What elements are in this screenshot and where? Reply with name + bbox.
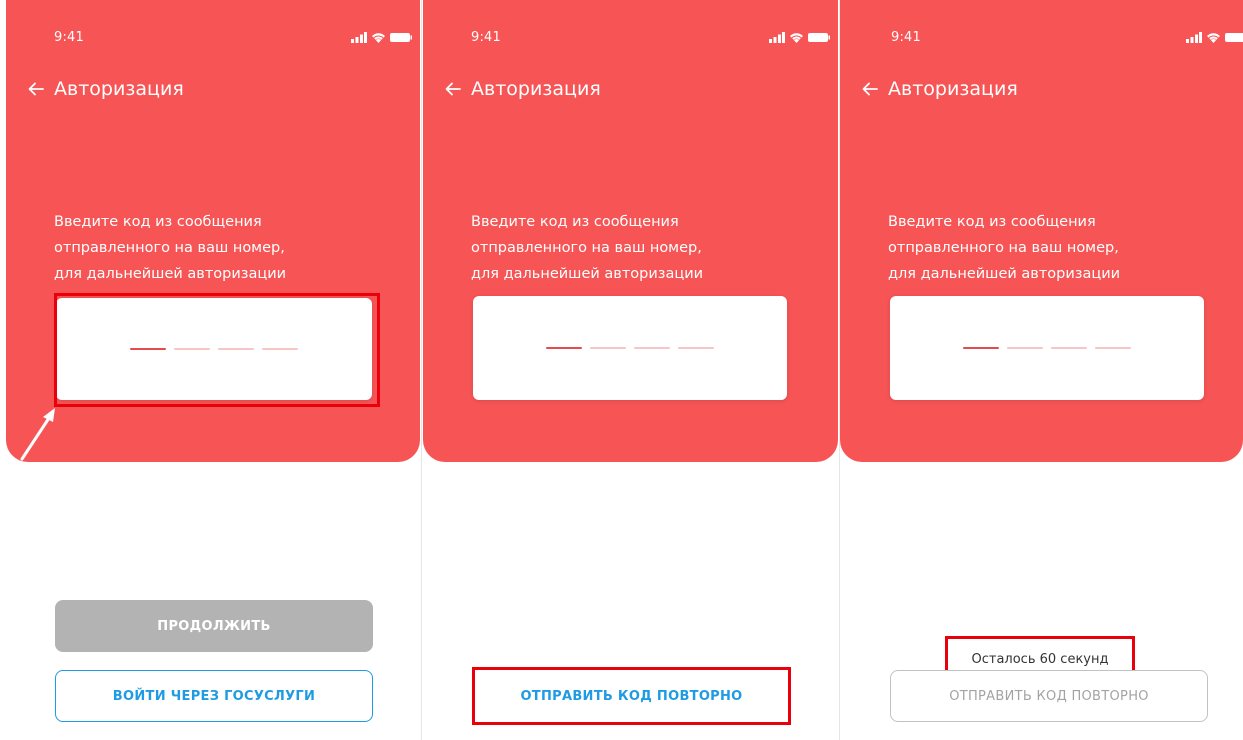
header-panel: 9:41 Авторизация Введите код из сообщени… — [840, 0, 1243, 462]
code-input[interactable] — [890, 296, 1204, 400]
code-slot-1 — [130, 348, 166, 350]
back-button[interactable] — [28, 82, 44, 96]
header-panel: 9:41 Авторизация Введите код из сообщени… — [423, 0, 838, 462]
code-slot-4 — [678, 347, 714, 349]
code-input[interactable] — [473, 296, 787, 400]
header-panel: 9:41 Авторизация Введите код из сообщени… — [6, 0, 420, 462]
code-slot-1 — [963, 347, 999, 349]
code-slot-2 — [1007, 347, 1043, 349]
code-slot-4 — [1095, 347, 1131, 349]
code-slot-2 — [174, 348, 210, 350]
page-title: Авторизация — [54, 78, 184, 100]
prompt-line: для дальнейшей авторизации — [54, 266, 287, 282]
gosuslugi-login-button[interactable]: ВОЙТИ ЧЕРЕЗ ГОСУСЛУГИ — [55, 670, 373, 722]
status-icons — [1186, 31, 1243, 43]
signal-icon — [351, 31, 367, 43]
status-icons — [351, 31, 412, 43]
code-slot-3 — [634, 347, 670, 349]
annotation-arrow-icon — [20, 408, 55, 461]
resend-countdown-text: Осталось 60 секунд — [971, 652, 1109, 667]
code-input[interactable] — [56, 298, 372, 400]
arrow-left-icon — [28, 82, 44, 96]
code-slot-3 — [1051, 347, 1087, 349]
battery-icon — [390, 32, 412, 42]
status-time: 9:41 — [471, 30, 501, 45]
prompt-line: Введите код из сообщения — [471, 214, 679, 230]
screen-divider — [421, 0, 422, 740]
wifi-icon — [372, 32, 385, 43]
page-title: Авторизация — [471, 78, 601, 100]
prompt-line: Введите код из сообщения — [888, 214, 1096, 230]
signal-icon — [1186, 31, 1202, 43]
screen-resend-available: 9:41 Авторизация Введите код из сообщени… — [423, 0, 838, 740]
resend-code-button[interactable]: ОТПРАВИТЬ КОД ПОВТОРНО — [476, 671, 787, 721]
prompt-line: отправленного на ваш номер, — [54, 240, 285, 256]
page-title: Авторизация — [888, 78, 1018, 100]
continue-button[interactable]: ПРОДОЛЖИТЬ — [55, 600, 373, 652]
code-prompt: Введите код из сообщения отправленного н… — [471, 209, 771, 287]
resend-code-button-disabled[interactable]: ОТПРАВИТЬ КОД ПОВТОРНО — [890, 670, 1208, 722]
screen-code-entry: 9:41 Авторизация Введите код из сообщени… — [6, 0, 420, 740]
back-button[interactable] — [862, 82, 878, 96]
arrow-left-icon — [862, 82, 878, 96]
wifi-icon — [790, 32, 803, 43]
nav-bar: Авторизация — [445, 78, 601, 100]
arrow-left-icon — [445, 82, 461, 96]
battery-icon — [808, 32, 830, 42]
code-prompt: Введите код из сообщения отправленного н… — [888, 209, 1188, 287]
battery-icon — [1225, 32, 1243, 42]
nav-bar: Авторизация — [862, 78, 1018, 100]
code-slot-2 — [590, 347, 626, 349]
code-slot-3 — [218, 348, 254, 350]
signal-icon — [769, 31, 785, 43]
nav-bar: Авторизация — [28, 78, 184, 100]
status-time: 9:41 — [891, 30, 921, 45]
status-time: 9:41 — [54, 30, 84, 45]
wifi-icon — [1207, 32, 1220, 43]
status-icons — [769, 31, 830, 43]
code-prompt: Введите код из сообщения отправленного н… — [54, 209, 354, 287]
prompt-line: отправленного на ваш номер, — [471, 240, 702, 256]
prompt-line: для дальнейшей авторизации — [888, 266, 1121, 282]
code-slot-1 — [546, 347, 582, 349]
back-button[interactable] — [445, 82, 461, 96]
code-slot-4 — [262, 348, 298, 350]
prompt-line: для дальнейшей авторизации — [471, 266, 704, 282]
prompt-line: отправленного на ваш номер, — [888, 240, 1119, 256]
screen-resend-countdown: 9:41 Авторизация Введите код из сообщени… — [840, 0, 1243, 740]
prompt-line: Введите код из сообщения — [54, 214, 262, 230]
